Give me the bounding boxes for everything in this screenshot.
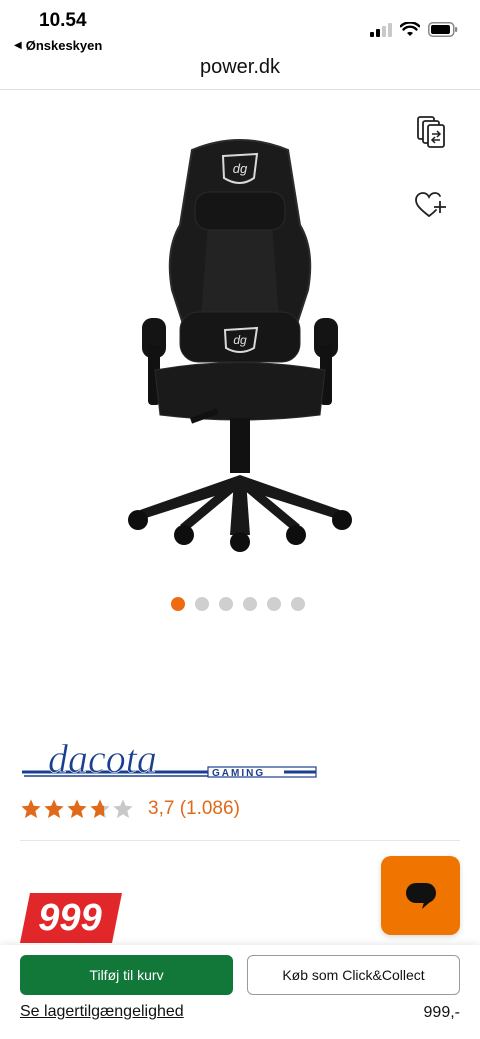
- svg-text:dg: dg: [233, 333, 247, 347]
- status-icons: [370, 22, 458, 37]
- product-image[interactable]: dg dg: [120, 130, 360, 560]
- stock-availability-link[interactable]: Se lagertilgængelighed: [20, 1003, 184, 1021]
- star-full-icon: [67, 799, 87, 818]
- carousel-dot[interactable]: [171, 597, 185, 611]
- price-badge: 999: [38, 896, 102, 939]
- status-time: 10.54: [39, 10, 87, 31]
- carousel-dot[interactable]: [291, 597, 305, 611]
- star-partial-icon: [90, 799, 110, 818]
- svg-text:dacota: dacota: [48, 736, 157, 781]
- browser-url[interactable]: power.dk: [0, 56, 480, 90]
- status-bar: 10.54 ◀ Ønskeskyen: [0, 0, 480, 54]
- rating-label[interactable]: 3,7 (1.086): [148, 798, 240, 820]
- add-to-cart-button[interactable]: Tilføj til kurv: [20, 955, 233, 995]
- chat-button[interactable]: [381, 856, 460, 935]
- carousel-dot[interactable]: [267, 597, 281, 611]
- bottom-price: 999,-: [423, 1004, 460, 1021]
- svg-text:dg: dg: [233, 161, 248, 176]
- brand-logo[interactable]: dacota GAMING: [22, 734, 318, 786]
- chat-bubble-icon: [405, 882, 436, 909]
- header-divider: [0, 89, 480, 90]
- wifi-icon: [400, 22, 420, 36]
- rating-stars: [20, 798, 134, 820]
- carousel-dot[interactable]: [243, 597, 257, 611]
- battery-icon: [428, 22, 458, 37]
- carousel-dots: [171, 597, 305, 611]
- compare-icon[interactable]: [416, 115, 446, 149]
- section-divider: [20, 840, 460, 841]
- back-app-label: Ønskeskyen: [25, 38, 103, 53]
- star-full-icon: [44, 799, 64, 818]
- star-empty-icon: [113, 799, 133, 818]
- svg-text:GAMING: GAMING: [212, 768, 265, 779]
- cellular-signal-icon: [370, 22, 392, 37]
- click-collect-button[interactable]: Køb som Click&Collect: [247, 955, 460, 995]
- rating[interactable]: 3,7 (1.086): [20, 798, 240, 820]
- star-full-icon: [21, 799, 41, 818]
- back-arrow-icon: ◀: [14, 40, 22, 51]
- carousel-dot[interactable]: [219, 597, 233, 611]
- back-to-app-link[interactable]: ◀ Ønskeskyen: [14, 38, 102, 53]
- heart-plus-icon[interactable]: [414, 190, 446, 220]
- carousel-dot[interactable]: [195, 597, 209, 611]
